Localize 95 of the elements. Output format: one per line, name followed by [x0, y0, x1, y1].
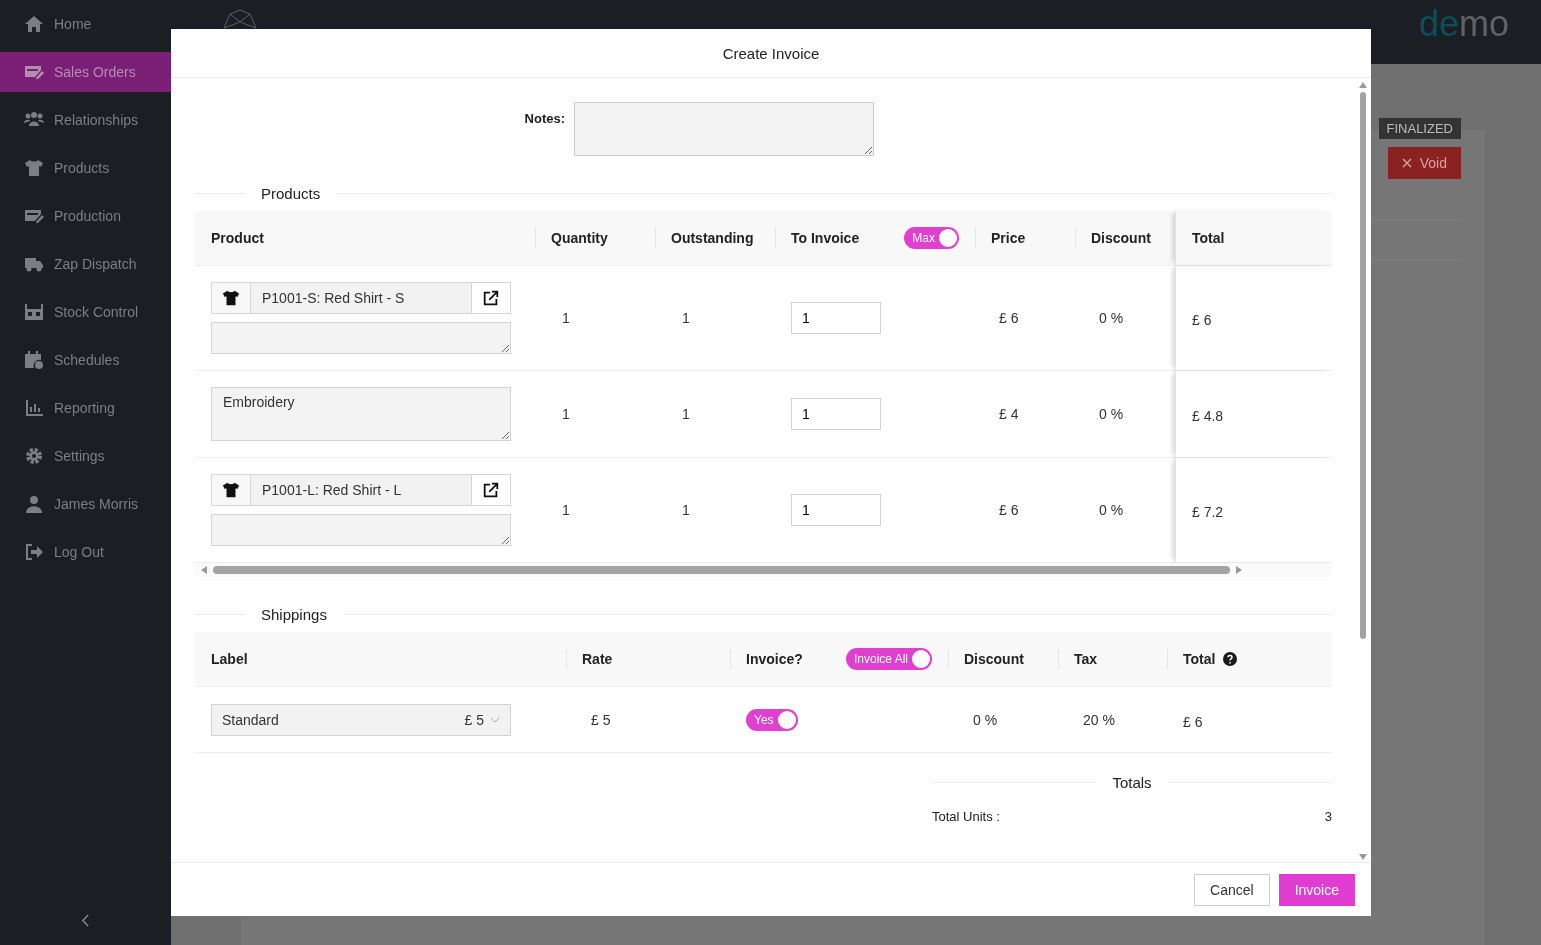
table-cell: 1	[562, 310, 570, 326]
column-header: Discount	[964, 651, 1024, 667]
notes-field[interactable]	[574, 102, 874, 156]
logout-icon	[24, 542, 44, 562]
shipping-select[interactable]: Standard £ 5	[211, 703, 511, 736]
vertical-scrollbar[interactable]	[1358, 82, 1368, 860]
table-cell: £ 5	[591, 711, 611, 728]
table-cell: £ 6	[999, 310, 1019, 326]
close-icon	[1401, 158, 1412, 168]
caret-icon	[490, 716, 500, 723]
home-icon	[24, 14, 44, 34]
total-value: 3	[1324, 809, 1332, 824]
scroll-left-icon[interactable]	[201, 566, 207, 574]
table-cell: 20 %	[1083, 711, 1115, 728]
table-cell: £ 4	[999, 406, 1019, 422]
sidebar-item[interactable]: James Morris	[0, 484, 171, 524]
table-cell: 0 %	[1099, 406, 1124, 422]
column-header: Tax	[1074, 651, 1098, 667]
column-header: Label	[211, 651, 248, 667]
column-header: Outstanding	[671, 230, 754, 246]
calendar-grid-icon	[24, 302, 44, 322]
description-field[interactable]	[211, 322, 511, 354]
horizontal-scrollbar[interactable]	[195, 563, 1332, 577]
quantity-field[interactable]: 1	[791, 494, 881, 526]
table-cell: £ 6	[1183, 713, 1203, 730]
toggle-switch[interactable]: Invoice All	[845, 648, 932, 670]
description-field[interactable]: Embroidery	[211, 387, 511, 441]
calendar-icon	[24, 350, 44, 370]
product-field[interactable]: P1001-L: Red Shirt - L	[251, 474, 471, 506]
sidebar-item[interactable]: Products	[0, 148, 171, 188]
table-cell: £ 6	[999, 502, 1019, 518]
sidebar-item[interactable]: Stock Control	[0, 292, 171, 332]
quantity-field[interactable]: 1	[791, 398, 881, 430]
shirt-icon	[24, 158, 44, 178]
user-icon	[24, 494, 44, 514]
sidebar-item[interactable]: Schedules	[0, 340, 171, 380]
table-cell: 1	[682, 502, 690, 518]
sidebar-item[interactable]: Reporting	[0, 388, 171, 428]
table-cell: £ 6	[1192, 312, 1212, 328]
shirt-button[interactable]	[211, 474, 251, 506]
table-cell: 0 %	[1099, 502, 1124, 518]
section-title: Totals	[1112, 773, 1152, 791]
shirt-icon	[222, 289, 240, 307]
table-cell: 0 %	[1099, 310, 1124, 326]
column-header: Discount	[1091, 230, 1151, 246]
sidebar-item[interactable]: Settings	[0, 436, 171, 476]
void-button[interactable]: Void	[1387, 147, 1461, 179]
external-link-icon	[482, 481, 500, 499]
sidebar-item[interactable]: Log Out	[0, 532, 171, 572]
scroll-down-icon[interactable]	[1359, 854, 1367, 860]
cancel-button[interactable]: Cancel	[1194, 873, 1270, 906]
column-header: Total	[1192, 230, 1225, 246]
external-link-button[interactable]	[471, 474, 511, 506]
bar-chart-icon	[24, 398, 44, 418]
table-cell: 1	[562, 406, 570, 422]
column-header: Product	[211, 230, 264, 246]
table-cell: 1	[562, 502, 570, 518]
external-link-icon	[482, 289, 500, 307]
shirt-button[interactable]	[211, 282, 251, 314]
column-header: Invoice?	[746, 651, 803, 667]
collapse-icon[interactable]	[81, 913, 90, 927]
description-field[interactable]	[211, 514, 511, 546]
section-title: Products	[261, 184, 321, 202]
table-cell: 1	[682, 406, 690, 422]
sidebar-item[interactable]: Relationships	[0, 100, 171, 140]
toggle-switch[interactable]: Yes	[746, 708, 798, 731]
table-cell: 1	[682, 310, 690, 326]
scroll-up-icon[interactable]	[1359, 82, 1367, 88]
dialog-title: Create Invoice	[722, 44, 820, 62]
shirt-icon	[222, 481, 240, 499]
column-header: To Invoice	[791, 230, 860, 246]
column-header: Price	[991, 230, 1026, 246]
external-link-button[interactable]	[471, 282, 511, 314]
table-cell: £ 7.2	[1192, 504, 1224, 520]
total-label: Total Units :	[932, 809, 1000, 824]
invoice-button[interactable]: Invoice	[1278, 873, 1355, 906]
section-title: Shippings	[261, 605, 327, 623]
scroll-right-icon[interactable]	[1236, 566, 1242, 574]
column-header: Rate	[582, 651, 613, 667]
toggle-switch[interactable]: Max	[904, 227, 959, 249]
product-field[interactable]: P1001-S: Red Shirt - S	[251, 282, 471, 314]
sidebar-item[interactable]: Zap Dispatch	[0, 244, 171, 284]
settings-icon	[24, 446, 44, 466]
notes-label: Notes:	[523, 110, 565, 128]
sidebar-item[interactable]: Home	[0, 4, 171, 44]
table-cell: 0 %	[973, 711, 998, 728]
column-header: Quantity	[551, 230, 608, 246]
table-cell: £ 4.8	[1192, 408, 1224, 424]
help-icon[interactable]	[1223, 652, 1238, 666]
column-header: Total	[1183, 651, 1216, 667]
sidebar-item[interactable]: Sales Orders	[0, 52, 171, 92]
status-badge: FINALIZED	[1378, 118, 1461, 139]
sidebar-item[interactable]: Production	[0, 196, 171, 236]
brand-logo: demo	[1418, 2, 1509, 46]
quantity-field[interactable]: 1	[791, 302, 881, 334]
